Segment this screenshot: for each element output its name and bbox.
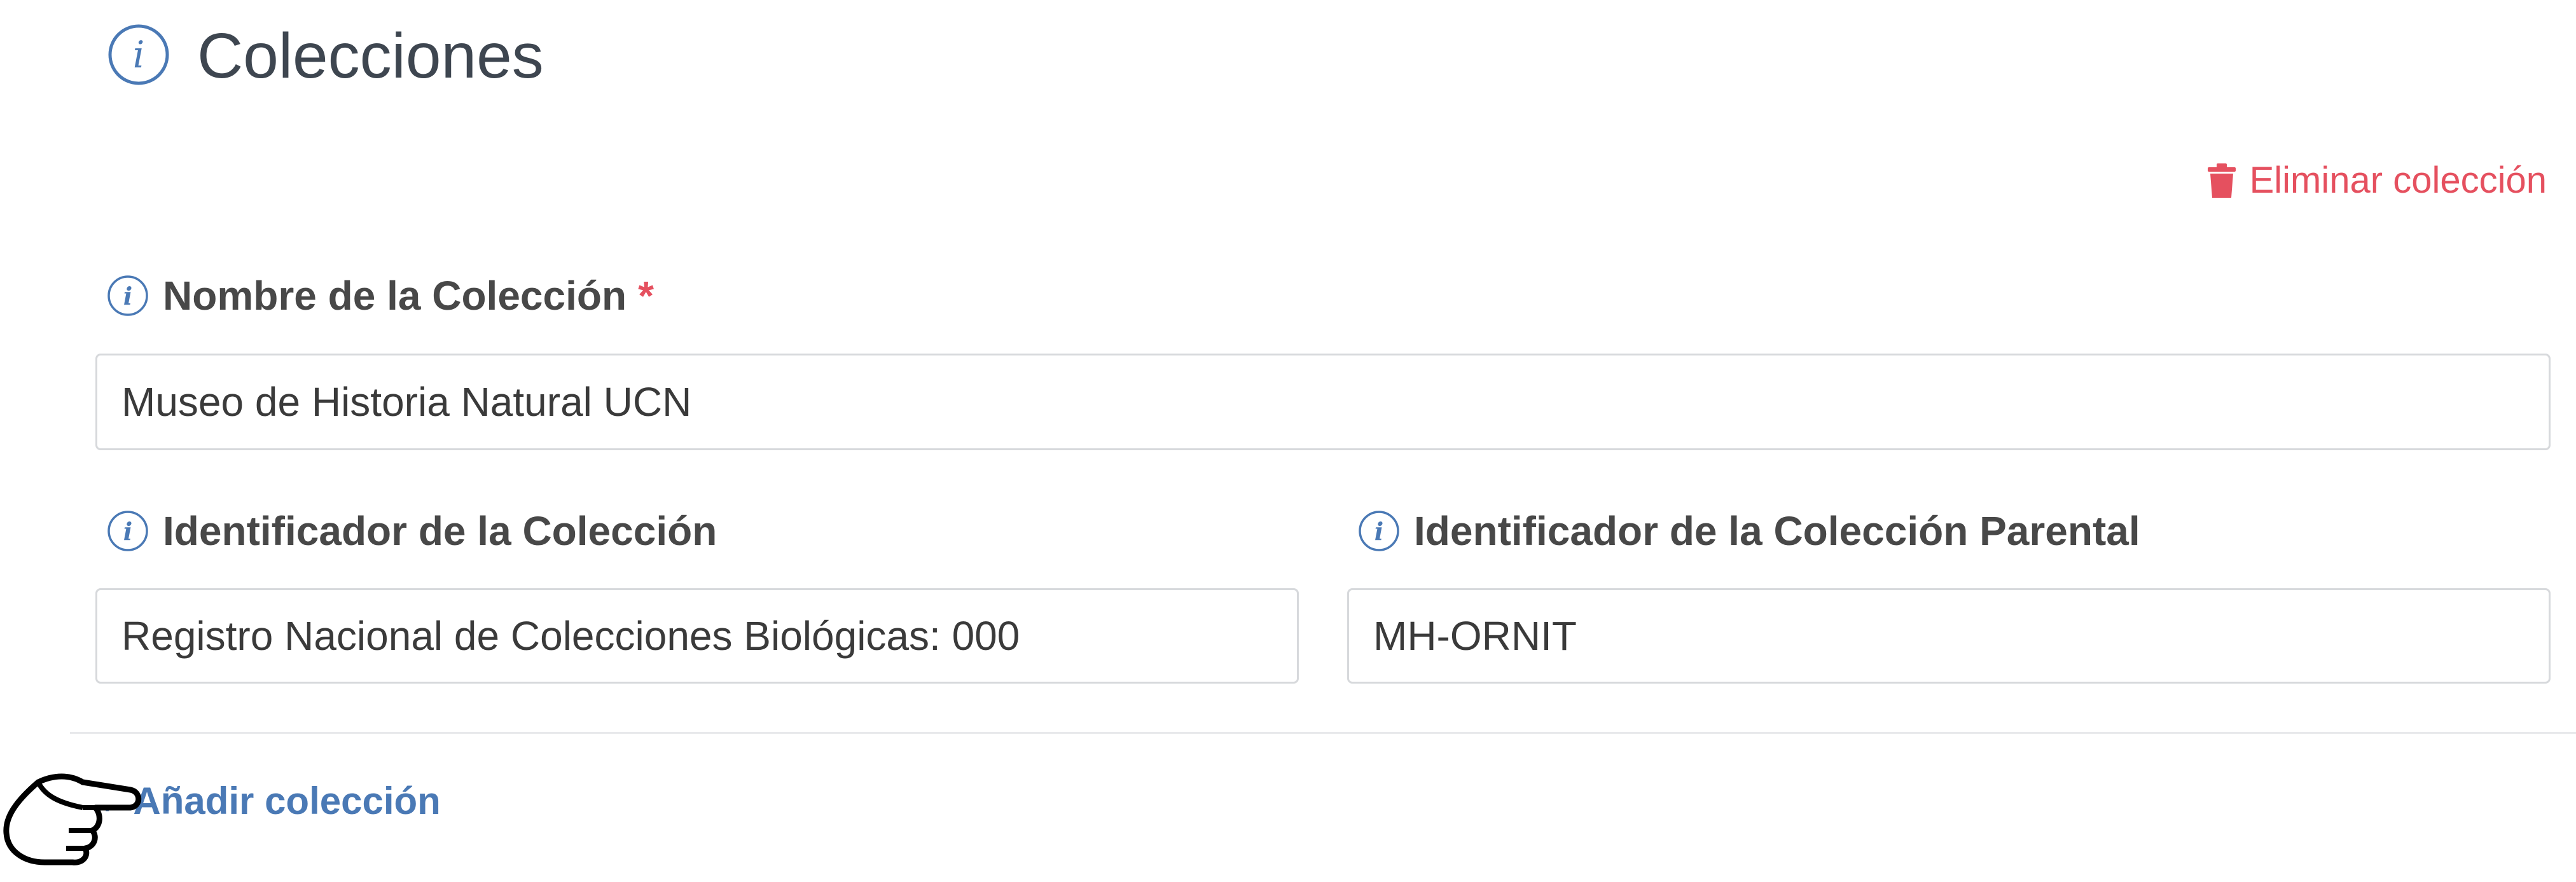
page-title: Colecciones [197,20,544,92]
section-divider [70,732,2576,734]
svg-text:i: i [123,282,132,310]
trash-icon [2207,163,2236,198]
collection-name-label: i Nombre de la Colección * [107,272,654,319]
add-collection-label: Añadir colección [133,779,441,822]
collection-identifier-label-text: Identificador de la Colección [163,508,717,554]
parent-collection-identifier-label-text: Identificador de la Colección Parental [1414,508,2140,554]
svg-text:i: i [133,33,145,76]
delete-collection-button[interactable]: Eliminar colección [2207,159,2547,202]
info-icon[interactable]: i [107,510,149,552]
collection-name-input[interactable] [95,354,2551,450]
info-icon[interactable]: i [1358,510,1400,552]
svg-text:i: i [1375,517,1383,546]
info-icon[interactable]: i [107,275,149,317]
pointing-hand-cursor-icon [0,757,153,871]
parent-collection-identifier-label: i Identificador de la Colección Parental [1358,507,2140,555]
collection-identifier-label: i Identificador de la Colección [107,507,717,555]
collection-identifier-input[interactable] [95,588,1299,684]
svg-text:i: i [123,517,132,546]
collection-name-label-text: Nombre de la Colección [163,273,627,319]
delete-collection-label: Eliminar colección [2249,160,2547,201]
parent-collection-identifier-input[interactable] [1347,588,2551,684]
required-indicator: * [638,273,654,319]
info-icon[interactable]: i [107,23,170,86]
collections-section: i Colecciones Eliminar colección i Nombr… [0,0,2576,882]
